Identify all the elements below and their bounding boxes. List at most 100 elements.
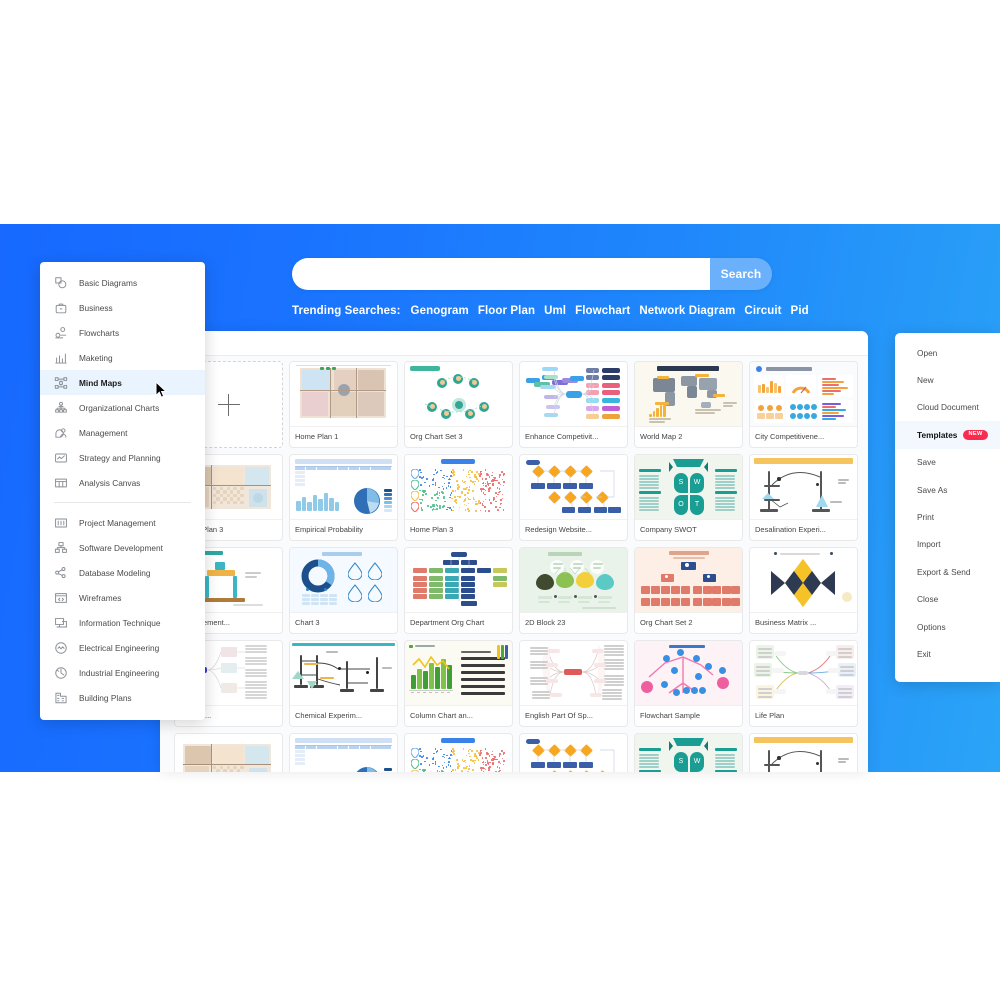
template-card[interactable]: Department Org Chart bbox=[404, 547, 513, 634]
template-card[interactable]: Empirical Probability bbox=[289, 454, 398, 541]
menu-item-wireframes[interactable]: Wireframes bbox=[40, 585, 205, 610]
template-thumbnail bbox=[520, 362, 627, 426]
template-card[interactable]: Home Plan 3 bbox=[404, 454, 513, 541]
menu-item-label: Basic Diagrams bbox=[79, 277, 138, 288]
trending-item-floor-plan[interactable]: Floor Plan bbox=[478, 305, 535, 317]
file-menu-item-open[interactable]: Open bbox=[895, 339, 1000, 366]
template-card[interactable]: 2D Block 23 bbox=[519, 547, 628, 634]
menu-item-label: Strategy and Planning bbox=[79, 452, 161, 463]
template-card[interactable] bbox=[519, 733, 628, 772]
menu-item-flowcharts[interactable]: Flowcharts bbox=[40, 320, 205, 345]
menu-item-label: Wireframes bbox=[79, 592, 122, 603]
template-card-title: Column Chart an... bbox=[405, 705, 512, 726]
template-card[interactable] bbox=[749, 733, 858, 772]
template-card[interactable]: SWOT bbox=[634, 733, 743, 772]
file-menu-item-export-send[interactable]: Export & Send bbox=[895, 558, 1000, 585]
search-input[interactable] bbox=[292, 258, 710, 290]
template-card[interactable]: Home Plan 1 bbox=[289, 361, 398, 448]
basic-diagrams-icon bbox=[54, 276, 68, 290]
template-card[interactable]: Chemical Experim... bbox=[289, 640, 398, 727]
file-menu-item-save-as[interactable]: Save As bbox=[895, 476, 1000, 503]
template-card[interactable]: Org Chart Set 3 bbox=[404, 361, 513, 448]
menu-item-management[interactable]: Management bbox=[40, 420, 205, 445]
menu-item-building-plans[interactable]: Building Plans bbox=[40, 685, 205, 710]
template-card-title: Flowchart Sample bbox=[635, 705, 742, 726]
template-card[interactable]: City Competitivene... bbox=[749, 361, 858, 448]
file-menu-item-label: Exit bbox=[917, 648, 931, 659]
menu-item-maketing[interactable]: Maketing bbox=[40, 345, 205, 370]
template-card[interactable]: Flowchart Sample bbox=[634, 640, 743, 727]
template-card[interactable]: Life Plan bbox=[749, 640, 858, 727]
template-thumbnail bbox=[520, 641, 627, 705]
template-card-title: Desalination Experi... bbox=[750, 519, 857, 540]
template-card-title: Home Plan 3 bbox=[405, 519, 512, 540]
template-card-title: Org Chart Set 3 bbox=[405, 426, 512, 447]
template-card[interactable]: S W O T Company SWOT bbox=[634, 454, 743, 541]
menu-item-analysis-canvas[interactable]: Analysis Canvas bbox=[40, 470, 205, 495]
menu-item-label: Organizational Charts bbox=[79, 402, 160, 413]
template-card[interactable]: Column Chart an... bbox=[404, 640, 513, 727]
menu-item-information-technique[interactable]: Information Technique bbox=[40, 610, 205, 635]
menu-item-industrial-engineering[interactable]: Industrial Engineering bbox=[40, 660, 205, 685]
file-menu-item-label: Cloud Document bbox=[917, 402, 979, 413]
template-card[interactable]: Desalination Experi... bbox=[749, 454, 858, 541]
template-card[interactable] bbox=[404, 733, 513, 772]
template-card[interactable]: World Map 2 bbox=[634, 361, 743, 448]
trending-item-circuit[interactable]: Circuit bbox=[744, 305, 781, 317]
template-card[interactable] bbox=[289, 733, 398, 772]
menu-item-strategy-and-planning[interactable]: Strategy and Planning bbox=[40, 445, 205, 470]
search-button[interactable]: Search bbox=[710, 258, 772, 290]
mind-map-icon bbox=[54, 376, 68, 390]
category-dropdown-menu[interactable]: Basic Diagrams Business Flowcharts Maketing… bbox=[40, 262, 205, 720]
file-menu-item-exit[interactable]: Exit bbox=[895, 640, 1000, 667]
menu-item-organizational-charts[interactable]: Organizational Charts bbox=[40, 395, 205, 420]
trending-searches: Trending Searches: Genogram Floor Plan U… bbox=[292, 303, 812, 319]
menu-item-label: Information Technique bbox=[79, 617, 161, 628]
menu-item-electrical-engineering[interactable]: Electrical Engineering bbox=[40, 635, 205, 660]
menu-item-database-modeling[interactable]: Database Modeling bbox=[40, 560, 205, 585]
template-card-title: Company SWOT bbox=[635, 519, 742, 540]
building-plans-icon bbox=[54, 691, 68, 705]
template-card[interactable]: Chart 3 bbox=[289, 547, 398, 634]
menu-item-label: Project Management bbox=[79, 517, 156, 528]
menu-item-mind-maps[interactable]: Mind Maps bbox=[40, 370, 205, 395]
management-icon bbox=[54, 426, 68, 440]
search-bar[interactable]: Search bbox=[292, 258, 772, 290]
menu-item-software-development[interactable]: Software Development bbox=[40, 535, 205, 560]
file-menu-item-save[interactable]: Save bbox=[895, 449, 1000, 476]
template-card[interactable]: Redesign Website... bbox=[519, 454, 628, 541]
menu-item-label: Analysis Canvas bbox=[79, 477, 141, 488]
template-thumbnail bbox=[405, 548, 512, 612]
menu-item-project-management[interactable]: Project Management bbox=[40, 510, 205, 535]
menu-item-label: Business bbox=[79, 302, 113, 313]
trending-item-network-diagram[interactable]: Network Diagram bbox=[639, 305, 735, 317]
template-card[interactable]: Business Matrix ... bbox=[749, 547, 858, 634]
menu-item-business[interactable]: Business bbox=[40, 295, 205, 320]
trending-item-genogram[interactable]: Genogram bbox=[411, 305, 469, 317]
file-menu-item-options[interactable]: Options bbox=[895, 613, 1000, 640]
briefcase-icon bbox=[54, 301, 68, 315]
trending-item-flowchart[interactable]: Flowchart bbox=[575, 305, 630, 317]
template-thumbnail bbox=[750, 734, 857, 772]
file-menu-item-close[interactable]: Close bbox=[895, 586, 1000, 613]
trending-item-pid[interactable]: Pid bbox=[791, 305, 809, 317]
menu-item-basic-diagrams[interactable]: Basic Diagrams bbox=[40, 270, 205, 295]
file-menu-item-cloud-document[interactable]: Cloud Document bbox=[895, 394, 1000, 421]
trending-label: Trending Searches: bbox=[292, 305, 401, 317]
template-card[interactable] bbox=[174, 733, 283, 772]
template-thumbnail bbox=[635, 548, 742, 612]
template-card[interactable]: English Part Of Sp... bbox=[519, 640, 628, 727]
file-menu-item-print[interactable]: Print bbox=[895, 503, 1000, 530]
canvas-icon bbox=[54, 476, 68, 490]
template-card-title: Business Matrix ... bbox=[750, 612, 857, 633]
trending-item-uml[interactable]: Uml bbox=[544, 305, 566, 317]
file-menu[interactable]: Open New Cloud Document Templates NEW Save Sav… bbox=[895, 333, 1000, 682]
file-menu-item-label: New bbox=[917, 375, 934, 386]
flowchart-icon bbox=[54, 326, 68, 340]
file-menu-item-import[interactable]: Import bbox=[895, 531, 1000, 558]
template-card-title: 2D Block 23 bbox=[520, 612, 627, 633]
file-menu-item-new[interactable]: New bbox=[895, 366, 1000, 393]
template-card[interactable]: Org Chart Set 2 bbox=[634, 547, 743, 634]
template-card[interactable]: Enhance Competivit... bbox=[519, 361, 628, 448]
file-menu-item-templates[interactable]: Templates NEW bbox=[895, 421, 1000, 449]
